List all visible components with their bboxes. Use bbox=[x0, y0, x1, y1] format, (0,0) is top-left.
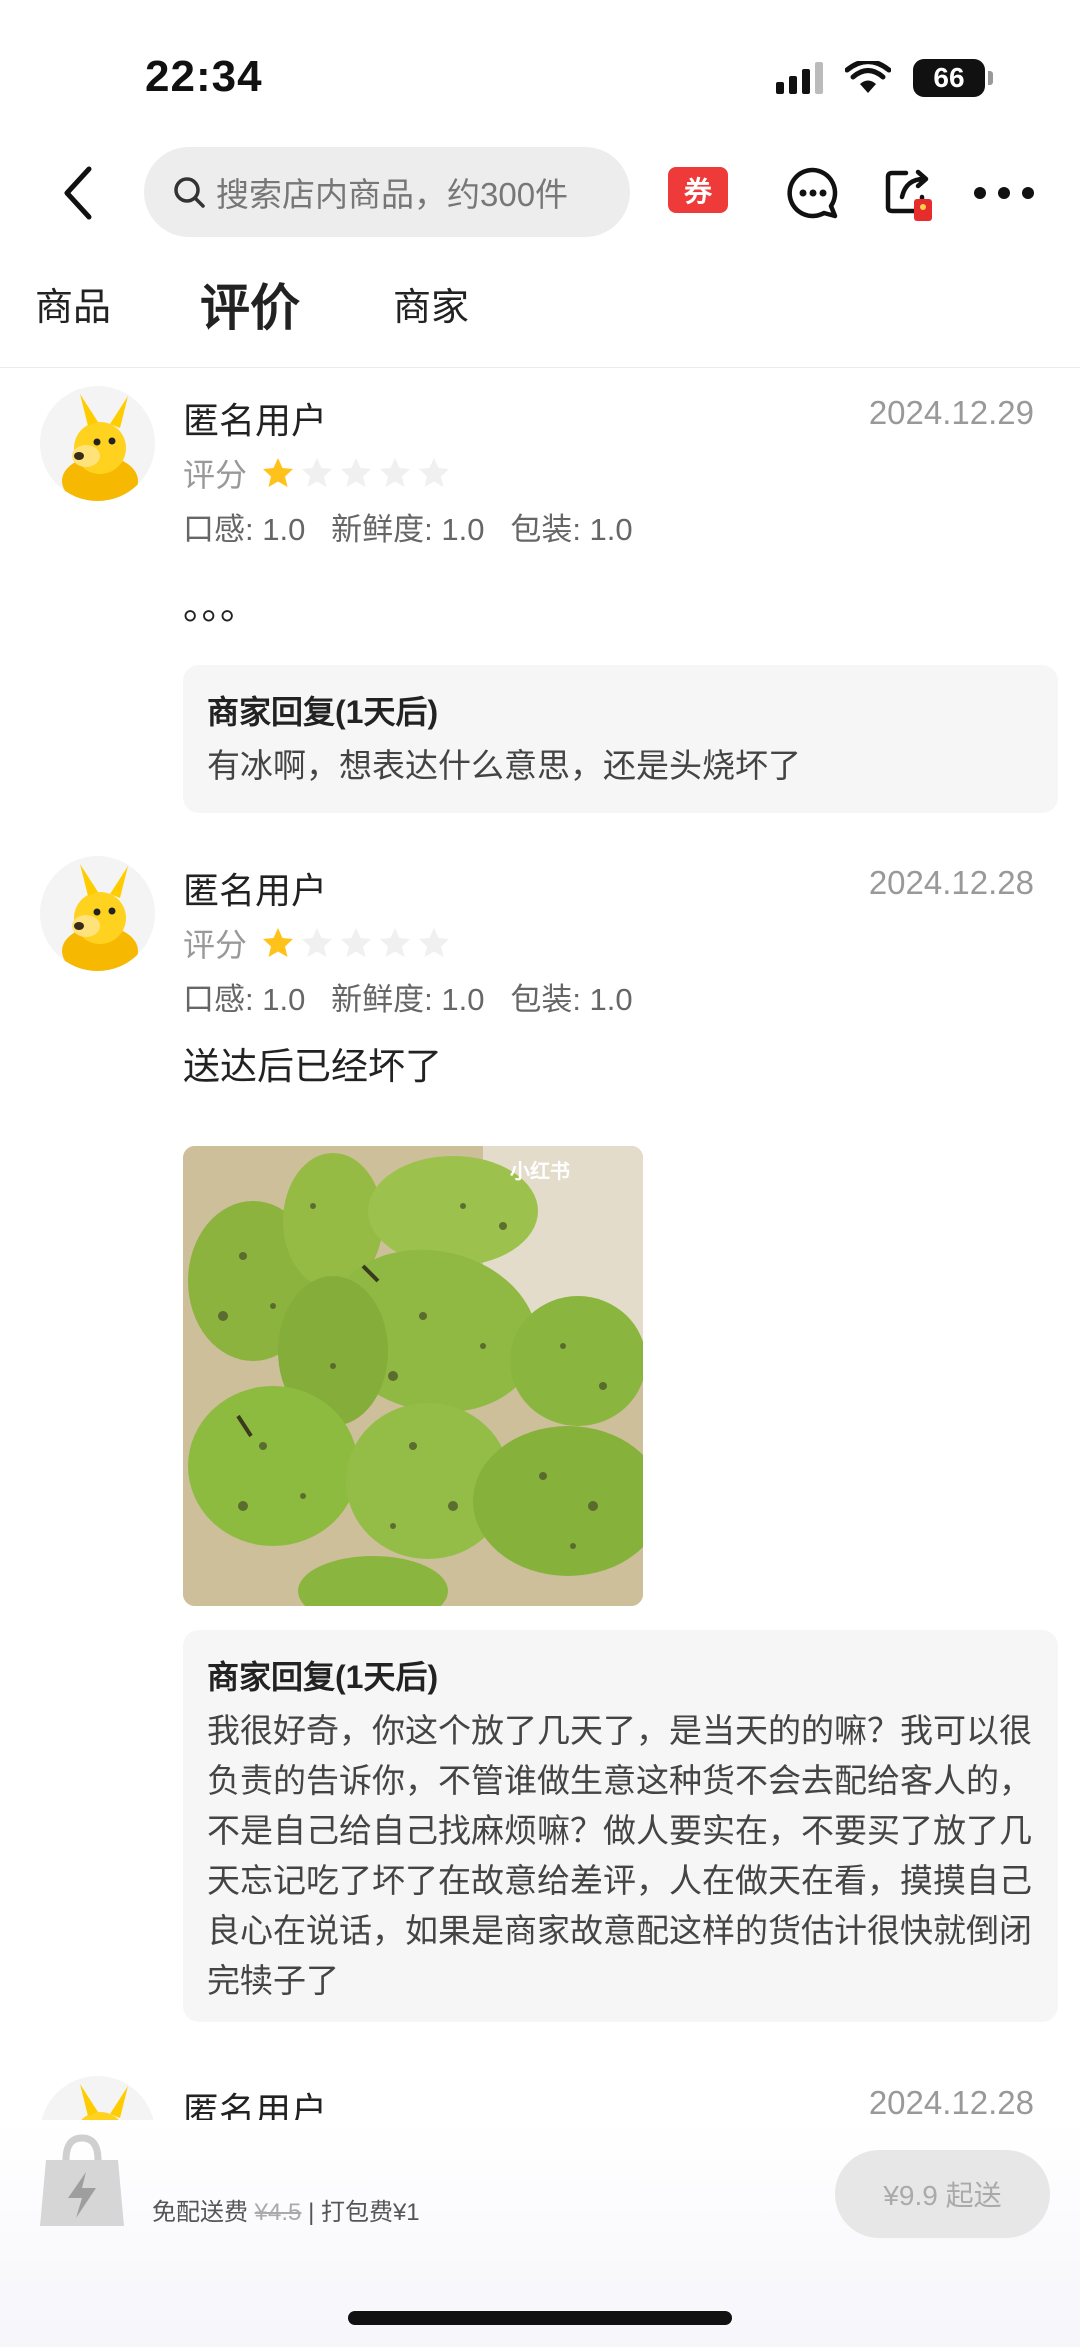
chevron-left-icon bbox=[64, 166, 92, 220]
star-empty-icon bbox=[419, 928, 450, 957]
free-delivery-label: 免配送费 bbox=[152, 2199, 248, 2226]
message-button[interactable] bbox=[783, 163, 843, 223]
review-text: 。。。 bbox=[183, 586, 257, 627]
chat-bubble-icon bbox=[787, 167, 838, 219]
star-empty-icon bbox=[341, 928, 372, 957]
back-button[interactable] bbox=[48, 163, 108, 223]
review-text: 送达后已经坏了 bbox=[183, 1046, 442, 1087]
search-placeholder: 搜索店内商品，约300件 bbox=[216, 176, 569, 213]
star-empty-icon bbox=[380, 458, 411, 487]
cellular-signal-icon bbox=[776, 62, 823, 94]
battery-icon: 66 bbox=[913, 59, 993, 97]
reply-body: 我很好奇，你这个放了几天了，是当天的的嘛？我可以很负责的告诉你，不管谁做生意这种… bbox=[207, 1712, 1032, 1999]
minimum-order-button[interactable]: ¥9.9 起送 bbox=[835, 2150, 1050, 2238]
nav-bar: 搜索店内商品，约300件 券 bbox=[0, 145, 1080, 240]
star-empty-icon bbox=[302, 458, 333, 487]
sub-scores: 口感: 1.0 新鲜度: 1.0 包装: 1.0 bbox=[183, 982, 633, 1017]
wifi-icon bbox=[845, 61, 891, 93]
delivery-fee-info: 免配送费 ¥4.5 | 打包费¥1 bbox=[152, 2192, 420, 2227]
star-filled-icon bbox=[263, 458, 294, 487]
merchant-reply: 商家回复(1天后) 我很好奇，你这个放了几天了，是当天的的嘛？我可以很负责的告诉… bbox=[183, 1630, 1058, 2022]
share-icon bbox=[885, 169, 932, 221]
tab-reviews-label: 评价 bbox=[200, 280, 300, 336]
reply-title: 商家回复(1天后) bbox=[207, 694, 439, 730]
kangaroo-mascot-icon bbox=[62, 864, 138, 971]
more-button[interactable] bbox=[972, 163, 1036, 223]
star-empty-icon bbox=[341, 458, 372, 487]
tab-products[interactable]: 商品 bbox=[35, 276, 111, 331]
review-item: 匿名用户 2024.12.28 评分 口感: 1.0 新鲜度: 1.0 包装: … bbox=[0, 850, 1080, 2030]
review-photo[interactable]: 小红书 bbox=[183, 1146, 643, 1606]
reply-title: 商家回复(1天后) bbox=[207, 1659, 439, 1695]
review-date: 2024.12.28 bbox=[868, 2084, 1034, 2121]
packing-fee: | 打包费¥1 bbox=[308, 2199, 420, 2226]
shopping-bag-icon bbox=[40, 2134, 124, 2226]
status-icons: 66 bbox=[776, 58, 993, 98]
more-dots-icon bbox=[974, 187, 1034, 199]
rating-label: 评分 bbox=[183, 927, 248, 963]
search-input[interactable]: 搜索店内商品，约300件 bbox=[144, 147, 630, 237]
home-indicator bbox=[348, 2311, 732, 2325]
share-button[interactable] bbox=[880, 163, 940, 223]
search-icon bbox=[174, 177, 205, 208]
rating-row: 评分 bbox=[183, 920, 451, 966]
avatar bbox=[40, 386, 155, 501]
tab-bar: 商品 评价 商家 bbox=[0, 258, 1080, 368]
reviewer-name: 匿名用户 bbox=[183, 400, 328, 441]
merchant-reply: 商家回复(1天后) 有冰啊，想表达什么意思，还是头烧坏了 bbox=[183, 665, 1058, 813]
status-time: 22:34 bbox=[145, 52, 263, 101]
kangaroo-mascot-icon bbox=[62, 394, 138, 501]
reply-body: 有冰啊，想表达什么意思，还是头烧坏了 bbox=[207, 747, 801, 784]
tab-merchant[interactable]: 商家 bbox=[393, 276, 469, 331]
status-bar: 22:34 66 bbox=[0, 0, 1080, 150]
rating-row: 评分 bbox=[183, 450, 451, 496]
rating-label: 评分 bbox=[183, 457, 248, 493]
fruit-photo-image: 小红书 bbox=[183, 1146, 643, 1606]
original-delivery-fee: ¥4.5 bbox=[254, 2199, 302, 2226]
sub-scores: 口感: 1.0 新鲜度: 1.0 包装: 1.0 bbox=[183, 512, 633, 547]
star-empty-icon bbox=[302, 928, 333, 957]
rating-stars bbox=[261, 926, 451, 960]
star-empty-icon bbox=[380, 928, 411, 957]
rating-stars bbox=[261, 456, 451, 490]
review-date: 2024.12.29 bbox=[868, 394, 1034, 431]
star-empty-icon bbox=[419, 458, 450, 487]
avatar bbox=[40, 856, 155, 971]
photo-watermark: 小红书 bbox=[510, 1159, 570, 1183]
tab-reviews[interactable]: 评价 bbox=[192, 268, 300, 340]
coupon-button[interactable]: 券 bbox=[668, 167, 728, 213]
reviewer-name: 匿名用户 bbox=[183, 870, 328, 911]
cart-bag-button[interactable] bbox=[30, 2130, 134, 2234]
star-filled-icon bbox=[263, 928, 294, 957]
review-date: 2024.12.28 bbox=[868, 864, 1034, 901]
review-item: 匿名用户 2024.12.29 评分 口感: 1.0 新鲜度: 1.0 包装: … bbox=[0, 380, 1080, 820]
